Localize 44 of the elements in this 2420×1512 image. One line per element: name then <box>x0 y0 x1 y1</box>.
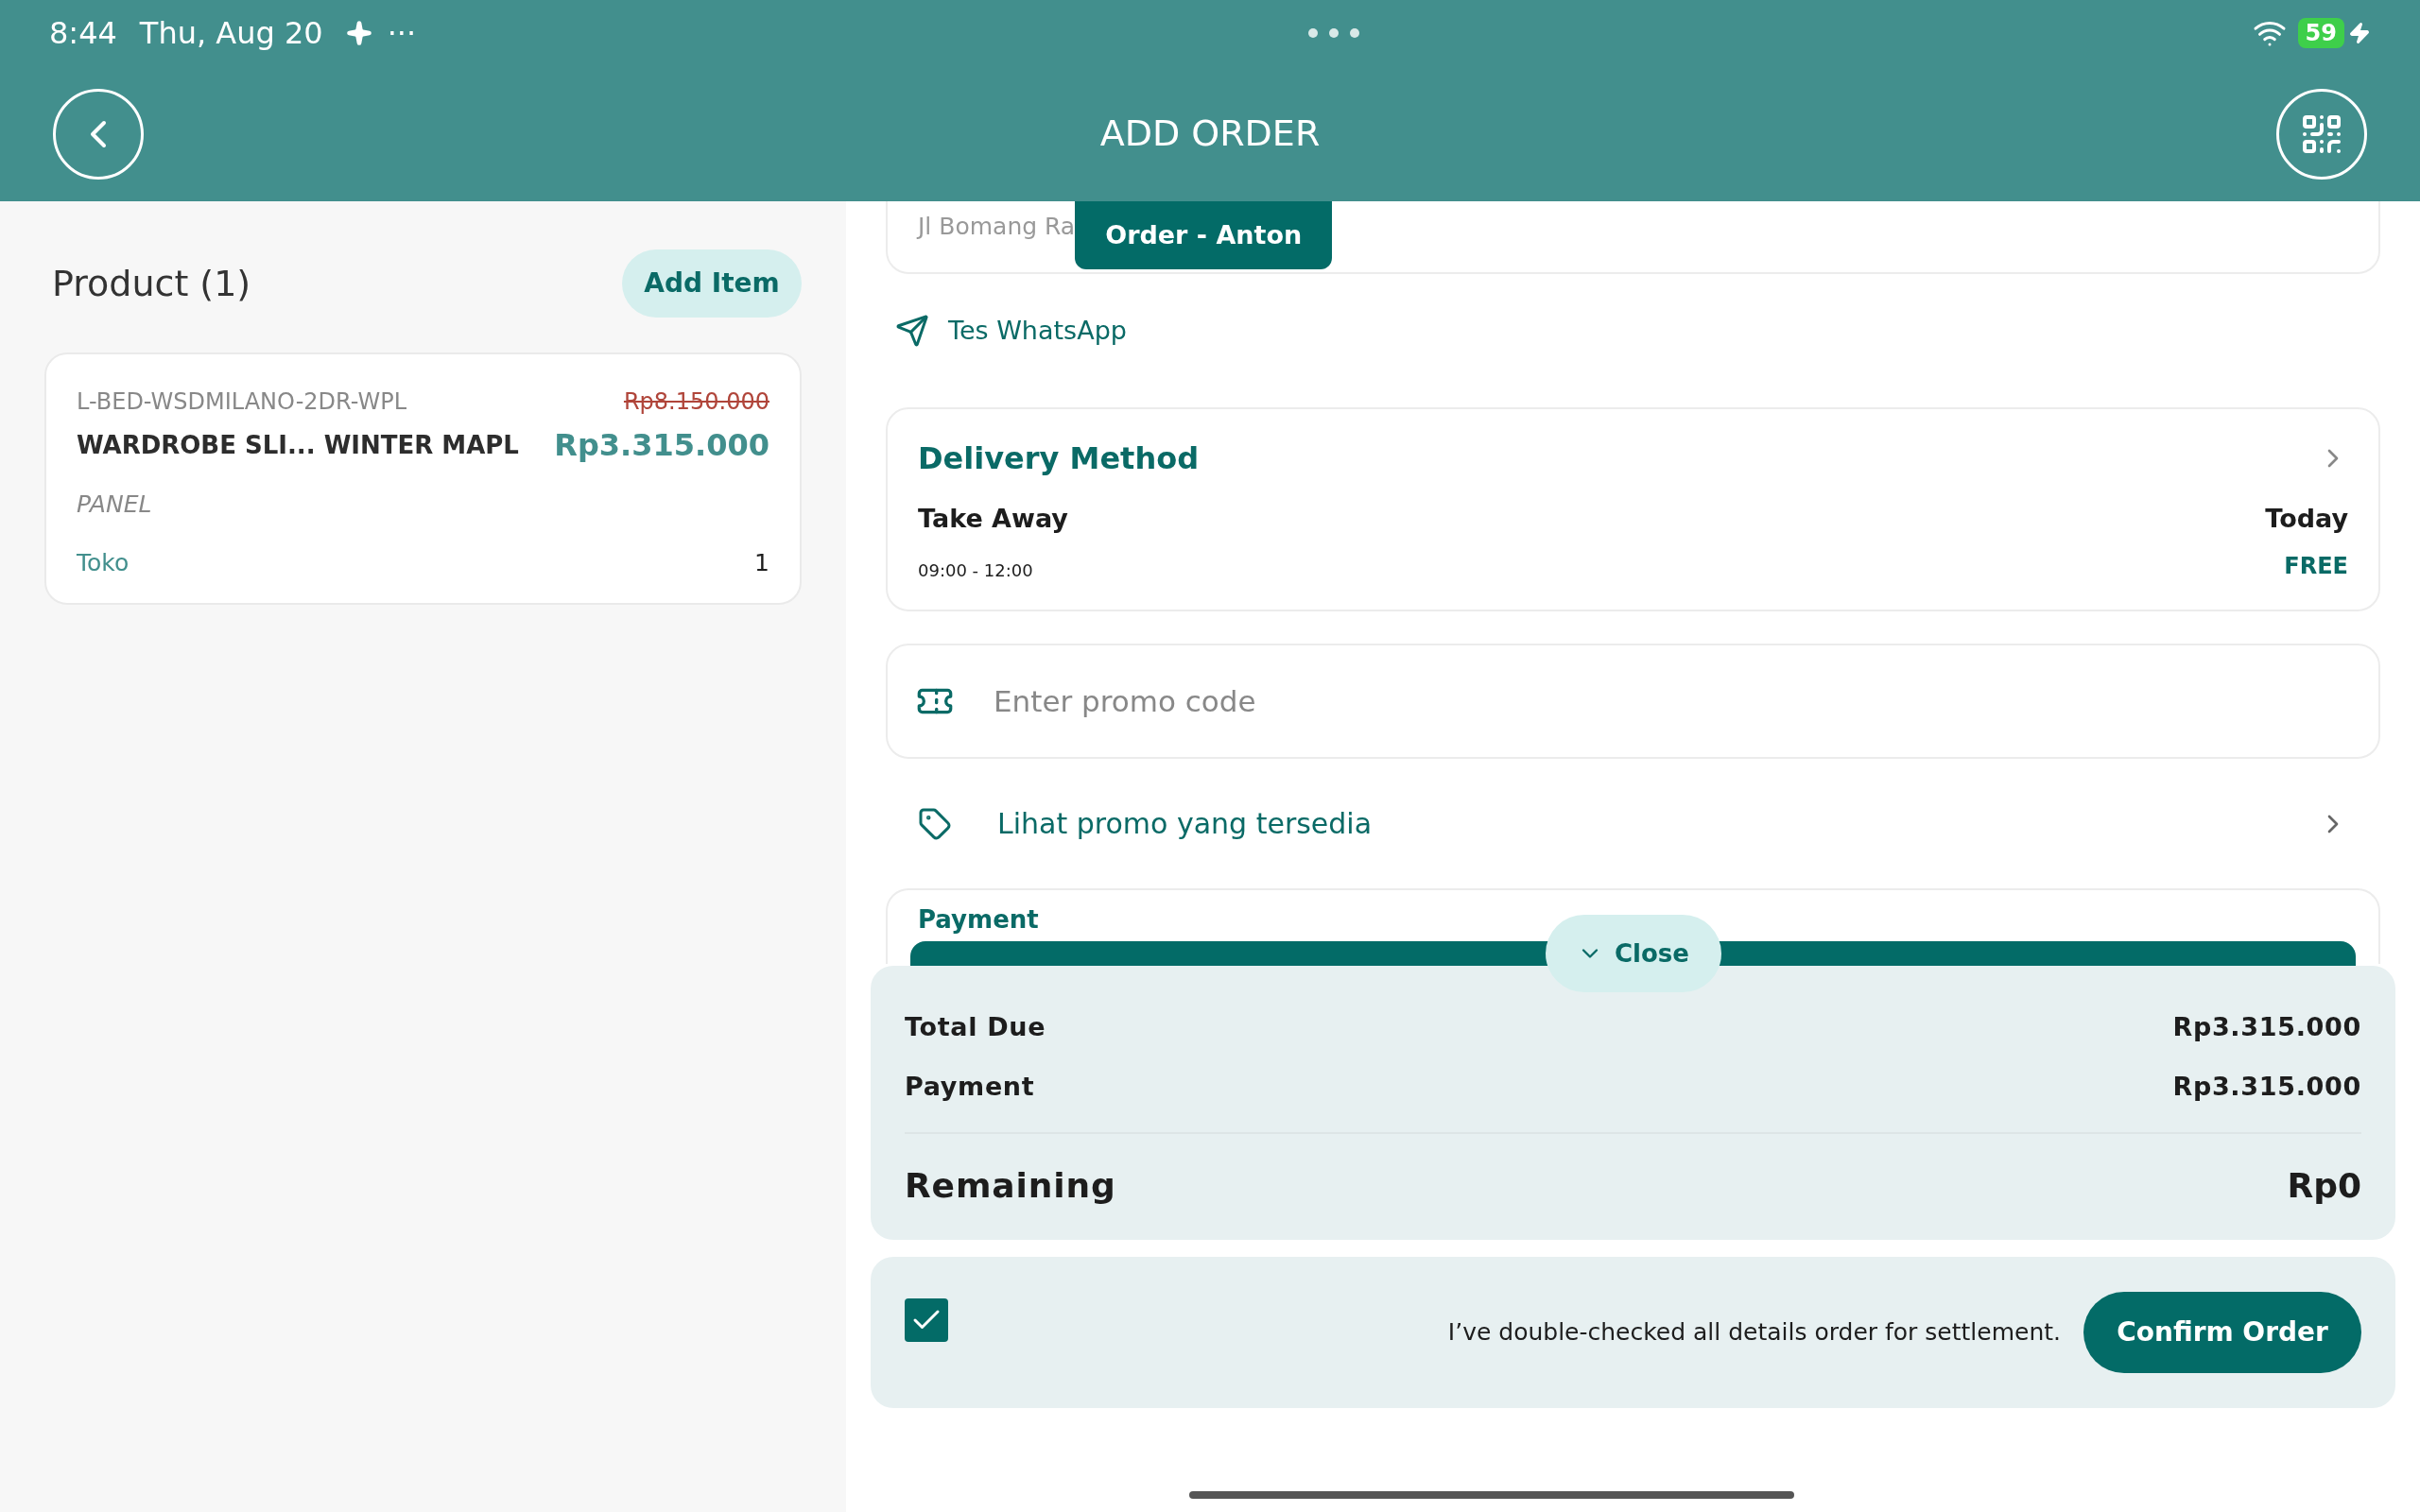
delivery-time: 09:00 - 12:00 <box>918 559 1033 582</box>
delivery-card[interactable]: Delivery Method Take Away Today 09:00 - 12:00 FREE <box>886 406 2380 611</box>
summary-value: Rp3.315.000 <box>2172 1011 2361 1044</box>
product-card[interactable]: L-BED-WSDMILANO-2DR-WPL Rp8.150.000 WARDROBE SLI... WINTER MAPL Rp3.315.000 PANEL Toko 1 <box>44 352 802 605</box>
product-name: WARDROBE SLI... WINTER MAPL <box>77 429 519 461</box>
whatsapp-link[interactable]: Tes WhatsApp <box>948 312 1127 351</box>
remaining-value: Rp0 <box>2287 1165 2361 1207</box>
status-time: 8:44 <box>49 14 117 53</box>
add-item-button[interactable]: Add Item <box>622 249 802 318</box>
qr-scan-button[interactable] <box>2276 88 2367 180</box>
delivery-day: Today <box>2265 499 2348 538</box>
promo-code-field[interactable]: Enter promo code <box>886 644 2380 759</box>
delivery-title: Delivery Method <box>918 438 1200 478</box>
payment-title: Payment <box>918 905 1039 934</box>
product-quantity: 1 <box>754 547 769 578</box>
charging-icon <box>2348 22 2371 44</box>
close-button[interactable]: Close <box>1545 915 1721 992</box>
battery-indicator: 59 <box>2297 18 2344 48</box>
sparkle-icon <box>345 20 372 46</box>
product-sku: L-BED-WSDMILANO-2DR-WPL <box>77 387 406 417</box>
product-price: Rp3.315.000 <box>554 426 769 465</box>
confirm-statement: I’ve double-checked all details order for settlement. <box>1446 1317 2061 1349</box>
tag-icon <box>918 806 952 841</box>
summary-label: Payment <box>905 1071 1035 1104</box>
back-button[interactable] <box>53 88 144 180</box>
status-date: Thu, Aug 20 <box>139 14 323 53</box>
address-text: Jl Bomang Ra <box>918 212 1076 242</box>
promo-link[interactable]: Lihat promo yang tersedia <box>997 802 2273 845</box>
delivery-type: Take Away <box>918 502 1068 535</box>
remaining-label: Remaining <box>905 1165 1116 1207</box>
product-category: PANEL <box>77 490 153 520</box>
page-title: ADD ORDER <box>1099 112 1321 156</box>
confirm-order-button[interactable]: Confirm Order <box>2083 1292 2361 1373</box>
original-price: Rp8.150.000 <box>623 387 769 417</box>
store-name: Toko <box>77 547 130 578</box>
summary-label: Total Due <box>905 1011 1046 1044</box>
multitask-dots-icon <box>1308 28 1360 38</box>
product-heading: Product (1) <box>52 261 251 306</box>
order-tab[interactable]: Order - Anton <box>1075 201 1333 269</box>
confirm-checkbox[interactable] <box>905 1298 948 1342</box>
summary-value: Rp3.315.000 <box>2172 1071 2361 1104</box>
status-more: ··· <box>387 14 417 53</box>
send-icon <box>895 314 929 349</box>
delivery-fee: FREE <box>2284 552 2348 581</box>
